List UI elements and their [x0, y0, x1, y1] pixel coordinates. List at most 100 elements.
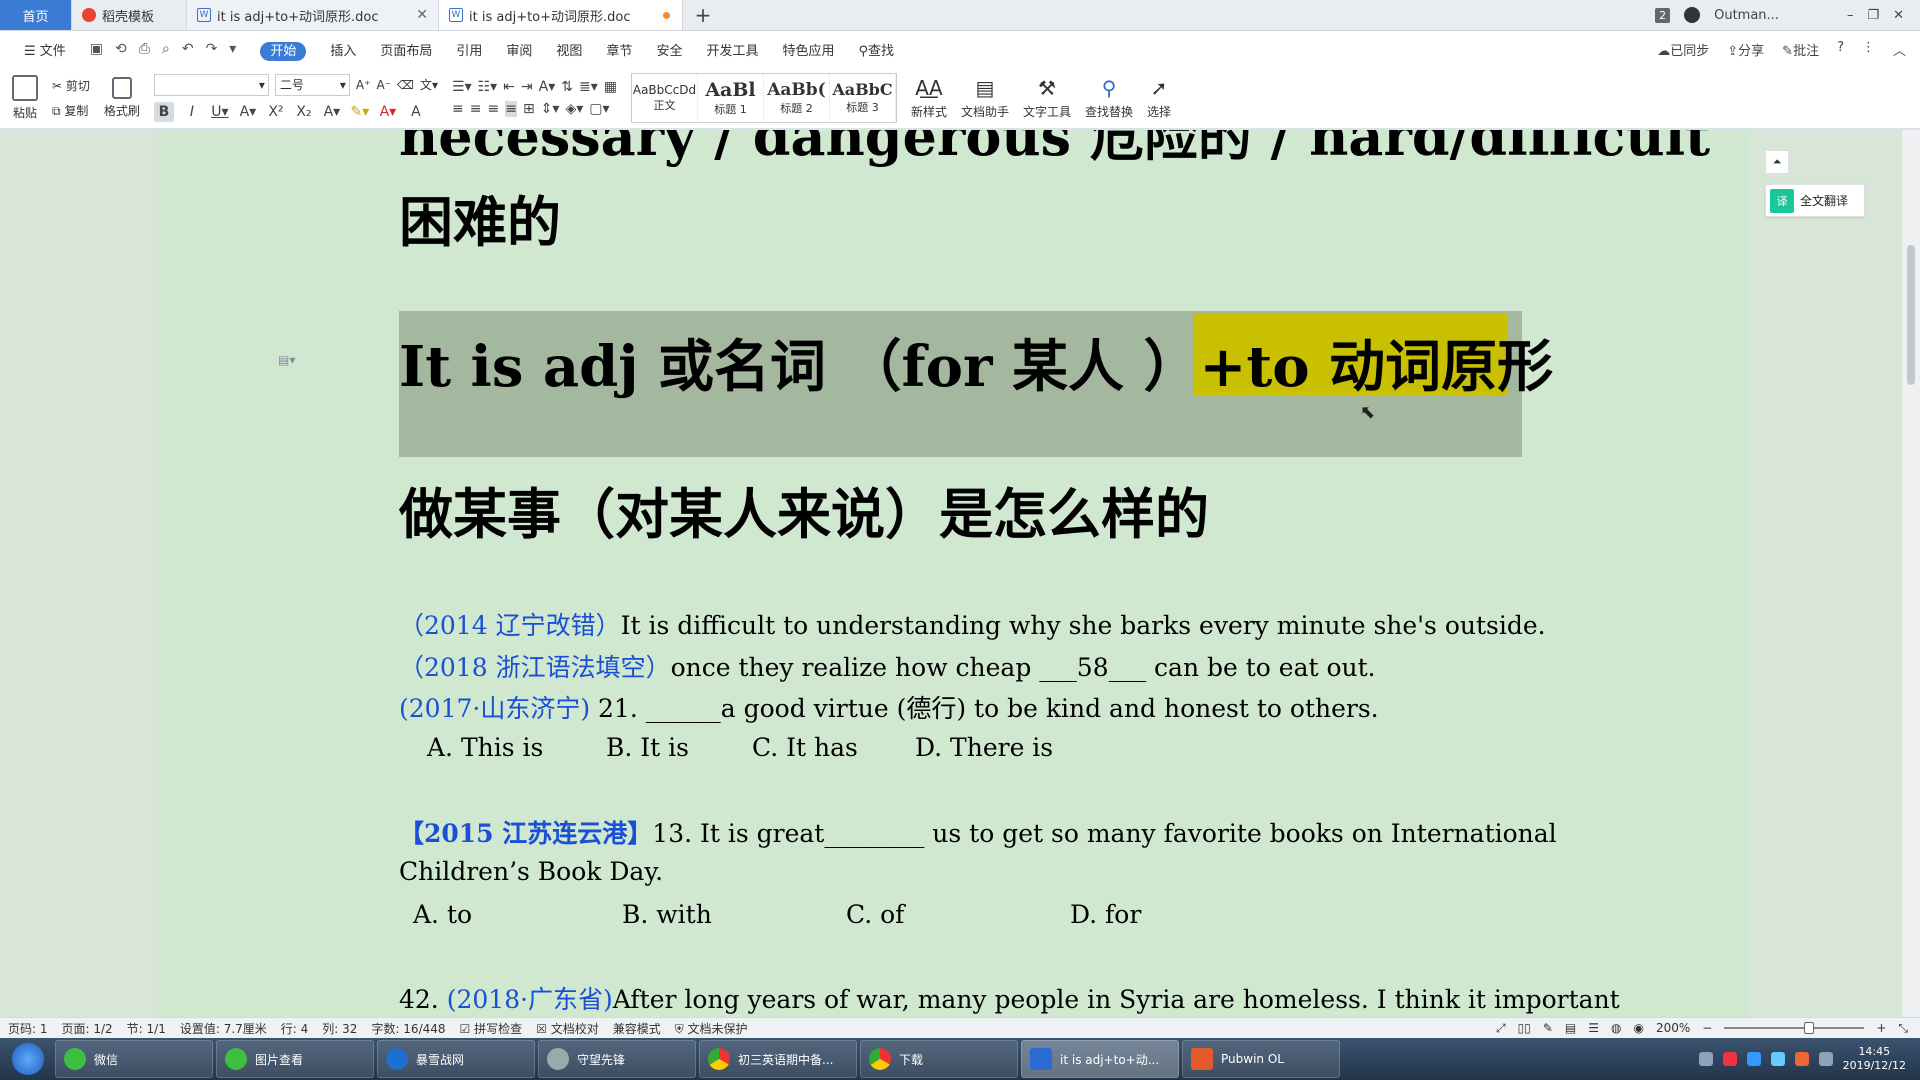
example-3-option-a[interactable]: A. This is: [427, 733, 543, 762]
sync-button[interactable]: ☁已同步: [1657, 40, 1709, 59]
status-setting[interactable]: 设置值: 7.7厘米: [180, 1020, 267, 1037]
print-preview-icon[interactable]: ⌕: [162, 41, 170, 57]
new-tab-button[interactable]: +: [683, 0, 723, 30]
example-3-option-b[interactable]: B. It is: [606, 733, 689, 762]
numbering-icon[interactable]: ☷▾: [478, 79, 498, 95]
taskbar-battlenet[interactable]: 暴雪战网: [377, 1040, 535, 1078]
vertical-scrollbar[interactable]: [1902, 130, 1920, 1017]
align-left-icon[interactable]: ≡: [452, 101, 464, 117]
underline-button[interactable]: U▾: [210, 102, 230, 122]
highlight-button[interactable]: ✎▾: [350, 102, 370, 122]
status-col[interactable]: 列: 32: [322, 1020, 357, 1037]
style-heading-3[interactable]: AaBbC 标题 3: [830, 73, 896, 122]
menu-view[interactable]: 视图: [544, 40, 594, 59]
paragraph-marker-icon[interactable]: ▤▾: [278, 353, 295, 367]
tray-app-icon[interactable]: [1722, 1052, 1737, 1066]
redo-icon[interactable]: ↷: [206, 41, 218, 57]
example-3[interactable]: (2017·山东济宁) 21. ______a good virtue (德行)…: [399, 689, 1379, 725]
tab-doc-1[interactable]: W it is adj+to+动词原形.doc ✕: [187, 0, 439, 30]
save-icon[interactable]: ▣: [90, 41, 103, 57]
grow-font-icon[interactable]: A⁺: [356, 78, 371, 92]
start-button[interactable]: [4, 1039, 52, 1079]
select-button[interactable]: ➚ 选择: [1147, 76, 1171, 120]
menu-special[interactable]: 特色应用: [770, 40, 846, 59]
user-avatar[interactable]: [1684, 7, 1701, 23]
example-4-option-d[interactable]: D. for: [1070, 900, 1141, 929]
chinese-layout-icon[interactable]: A▾: [539, 79, 556, 95]
document-page[interactable]: [159, 130, 1749, 1017]
style-heading-2[interactable]: AaBb(标题 2: [764, 73, 830, 122]
justify-icon[interactable]: ≡: [505, 100, 517, 117]
strikethrough-button[interactable]: A▾: [238, 102, 258, 122]
bullets-icon[interactable]: ☰▾: [452, 79, 472, 95]
proofread-button[interactable]: ☒ 文档校对: [536, 1020, 599, 1037]
menu-developer[interactable]: 开发工具: [694, 40, 770, 59]
keyboard-icon[interactable]: [1698, 1052, 1713, 1066]
example-4-option-c[interactable]: C. of: [846, 900, 904, 929]
write-mode-icon[interactable]: ✎: [1543, 1021, 1553, 1035]
help-button[interactable]: ?: [1837, 40, 1844, 59]
status-section[interactable]: 节: 1/1: [127, 1020, 166, 1037]
text-tools-button[interactable]: ⚒ 文字工具: [1023, 76, 1071, 120]
tray-app-icon[interactable]: [1746, 1052, 1761, 1066]
window-count-badge[interactable]: 2: [1655, 7, 1671, 23]
taskbar-wechat[interactable]: 微信: [55, 1040, 213, 1078]
example-4-option-a[interactable]: A. to: [413, 900, 472, 929]
undo-history-icon[interactable]: ⟲: [115, 41, 127, 57]
shrink-font-icon[interactable]: A⁻: [376, 78, 391, 92]
scrollbar-thumb[interactable]: [1907, 245, 1915, 385]
example-2[interactable]: （2018 浙江语法填空）once they realize how cheap…: [399, 648, 1376, 684]
distribute-icon[interactable]: ⊞: [523, 101, 535, 117]
line-spacing-icon[interactable]: ≣▾: [579, 79, 598, 95]
print-icon[interactable]: ⎙: [139, 41, 150, 57]
tab-close-icon[interactable]: ✕: [416, 7, 428, 23]
restore-button[interactable]: ❐: [1867, 8, 1879, 23]
outline-view-icon[interactable]: ☰: [1588, 1021, 1599, 1035]
close-window-button[interactable]: ✕: [1893, 8, 1904, 23]
taskbar-image-viewer[interactable]: 图片查看: [216, 1040, 374, 1078]
doc-heading[interactable]: It is adj 或名词 （for 某人 ）+to 动词原形: [399, 322, 1553, 403]
paragraph-spacing-icon[interactable]: ⇕▾: [541, 101, 560, 117]
align-center-icon[interactable]: ≡: [470, 101, 482, 117]
page-view-icon[interactable]: ▤: [1565, 1021, 1576, 1035]
char-shading-button[interactable]: A: [406, 102, 426, 122]
zoom-slider-knob[interactable]: [1804, 1022, 1815, 1034]
align-right-icon[interactable]: ≡: [487, 101, 499, 117]
menu-security[interactable]: 安全: [644, 40, 694, 59]
doc-line-3[interactable]: 做某事（对某人来说）是怎么样的: [399, 470, 1209, 549]
status-page-num[interactable]: 页码: 1: [8, 1020, 48, 1037]
pinyin-icon[interactable]: 文▾: [420, 76, 438, 93]
sort-icon[interactable]: ⇅: [561, 79, 573, 95]
tray-app-icon[interactable]: [1794, 1052, 1809, 1066]
menu-layout[interactable]: 页面布局: [368, 40, 444, 59]
zoom-in-button[interactable]: +: [1876, 1021, 1886, 1035]
example-3-option-c[interactable]: C. It has: [752, 733, 858, 762]
menu-insert[interactable]: 插入: [318, 40, 368, 59]
taskbar-pubwin[interactable]: Pubwin OL: [1182, 1040, 1340, 1078]
new-style-button[interactable]: A͟A 新样式: [911, 76, 947, 120]
fullscreen-icon[interactable]: ⤢: [1496, 1021, 1506, 1036]
font-color-button[interactable]: A▾: [378, 102, 398, 122]
text-effect-button[interactable]: A▾: [322, 102, 342, 122]
superscript-button[interactable]: X²: [266, 102, 286, 122]
find-replace-button[interactable]: ⚲ 查找替换: [1085, 76, 1133, 120]
eye-protect-icon[interactable]: ◉: [1633, 1021, 1643, 1035]
status-pages[interactable]: 页面: 1/2: [62, 1020, 113, 1037]
doc-helper-button[interactable]: ▤ 文档助手: [961, 76, 1009, 120]
example-3-option-d[interactable]: D. There is: [915, 733, 1053, 762]
border-icon[interactable]: ▢▾: [589, 101, 609, 117]
tab-template[interactable]: 稻壳模板: [72, 0, 187, 30]
fit-page-icon[interactable]: ⤡: [1898, 1021, 1908, 1036]
taskbar-overwatch[interactable]: 守望先锋: [538, 1040, 696, 1078]
taskbar-wps-doc[interactable]: it is adj+to+动...: [1021, 1040, 1179, 1078]
font-name-select[interactable]: ▾: [153, 73, 269, 96]
subscript-button[interactable]: X₂: [294, 102, 314, 122]
clock[interactable]: 14:45 2019/12/12: [1843, 1045, 1906, 1073]
menu-search[interactable]: ⚲查找: [846, 40, 906, 59]
taskbar-chrome-download[interactable]: 下载: [860, 1040, 1018, 1078]
unsaved-dot-icon[interactable]: [663, 11, 670, 19]
increase-indent-icon[interactable]: ⇥: [521, 79, 533, 95]
tab-home[interactable]: 首页: [0, 0, 72, 30]
example-4[interactable]: 【2015 江苏连云港】13. It is great________ us t…: [399, 814, 1557, 850]
menu-references[interactable]: 引用: [444, 40, 494, 59]
